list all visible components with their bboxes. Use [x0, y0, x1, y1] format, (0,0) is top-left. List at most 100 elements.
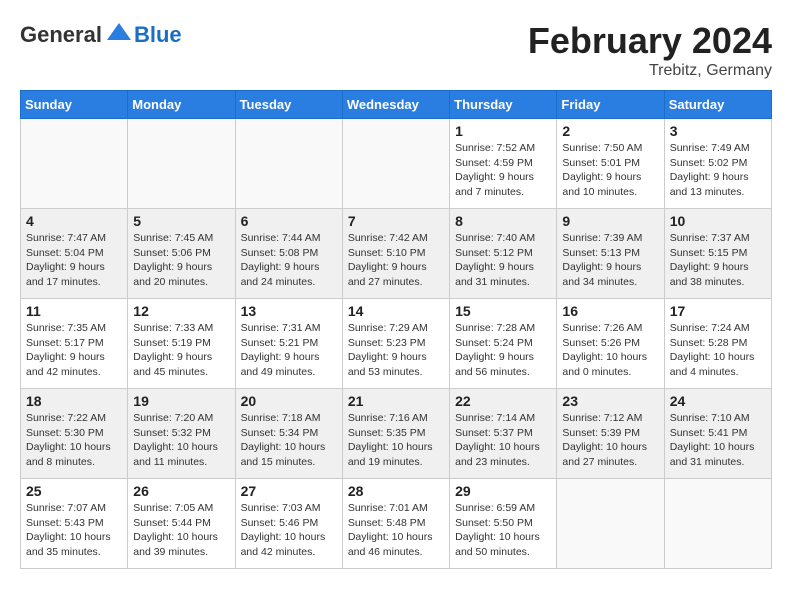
day-info: Sunrise: 7:52 AM Sunset: 4:59 PM Dayligh…	[455, 141, 551, 200]
day-number: 2	[562, 123, 658, 139]
calendar-cell: 19 Sunrise: 7:20 AM Sunset: 5:32 PM Dayli…	[128, 389, 235, 479]
day-info: Sunrise: 7:03 AM Sunset: 5:46 PM Dayligh…	[241, 501, 337, 560]
day-number: 18	[26, 393, 122, 409]
weekday-header-sunday: Sunday	[21, 91, 128, 119]
day-info: Sunrise: 7:47 AM Sunset: 5:04 PM Dayligh…	[26, 231, 122, 290]
day-info: Sunrise: 7:10 AM Sunset: 5:41 PM Dayligh…	[670, 411, 766, 470]
day-number: 4	[26, 213, 122, 229]
calendar-cell: 10 Sunrise: 7:37 AM Sunset: 5:15 PM Dayli…	[664, 209, 771, 299]
calendar-cell: 3 Sunrise: 7:49 AM Sunset: 5:02 PM Daylig…	[664, 119, 771, 209]
calendar-cell: 29 Sunrise: 6:59 AM Sunset: 5:50 PM Dayli…	[450, 479, 557, 569]
day-number: 10	[670, 213, 766, 229]
day-info: Sunrise: 7:44 AM Sunset: 5:08 PM Dayligh…	[241, 231, 337, 290]
title-block: February 2024 Trebitz, Germany	[528, 20, 772, 80]
day-info: Sunrise: 7:35 AM Sunset: 5:17 PM Dayligh…	[26, 321, 122, 380]
calendar-cell: 20 Sunrise: 7:18 AM Sunset: 5:34 PM Dayli…	[235, 389, 342, 479]
calendar-cell: 6 Sunrise: 7:44 AM Sunset: 5:08 PM Daylig…	[235, 209, 342, 299]
weekday-header-friday: Friday	[557, 91, 664, 119]
location-subtitle: Trebitz, Germany	[528, 62, 772, 80]
calendar-cell: 16 Sunrise: 7:26 AM Sunset: 5:26 PM Dayli…	[557, 299, 664, 389]
calendar-cell	[21, 119, 128, 209]
day-info: Sunrise: 7:12 AM Sunset: 5:39 PM Dayligh…	[562, 411, 658, 470]
day-number: 3	[670, 123, 766, 139]
calendar-cell	[128, 119, 235, 209]
calendar-cell: 21 Sunrise: 7:16 AM Sunset: 5:35 PM Dayli…	[342, 389, 449, 479]
day-info: Sunrise: 7:33 AM Sunset: 5:19 PM Dayligh…	[133, 321, 229, 380]
weekday-header-tuesday: Tuesday	[235, 91, 342, 119]
logo: General Blue	[20, 20, 182, 50]
logo-icon	[104, 20, 134, 50]
day-number: 19	[133, 393, 229, 409]
calendar-cell: 26 Sunrise: 7:05 AM Sunset: 5:44 PM Dayli…	[128, 479, 235, 569]
calendar-cell: 11 Sunrise: 7:35 AM Sunset: 5:17 PM Dayli…	[21, 299, 128, 389]
day-number: 23	[562, 393, 658, 409]
calendar-cell: 1 Sunrise: 7:52 AM Sunset: 4:59 PM Daylig…	[450, 119, 557, 209]
day-number: 5	[133, 213, 229, 229]
day-number: 15	[455, 303, 551, 319]
day-number: 16	[562, 303, 658, 319]
day-number: 17	[670, 303, 766, 319]
day-info: Sunrise: 7:07 AM Sunset: 5:43 PM Dayligh…	[26, 501, 122, 560]
day-info: Sunrise: 7:28 AM Sunset: 5:24 PM Dayligh…	[455, 321, 551, 380]
day-info: Sunrise: 7:39 AM Sunset: 5:13 PM Dayligh…	[562, 231, 658, 290]
calendar-cell: 7 Sunrise: 7:42 AM Sunset: 5:10 PM Daylig…	[342, 209, 449, 299]
calendar-cell: 24 Sunrise: 7:10 AM Sunset: 5:41 PM Dayli…	[664, 389, 771, 479]
day-number: 12	[133, 303, 229, 319]
calendar-week-row: 25 Sunrise: 7:07 AM Sunset: 5:43 PM Dayli…	[21, 479, 772, 569]
weekday-header-monday: Monday	[128, 91, 235, 119]
day-info: Sunrise: 7:29 AM Sunset: 5:23 PM Dayligh…	[348, 321, 444, 380]
day-info: Sunrise: 7:24 AM Sunset: 5:28 PM Dayligh…	[670, 321, 766, 380]
weekday-header-row: SundayMondayTuesdayWednesdayThursdayFrid…	[21, 91, 772, 119]
day-info: Sunrise: 7:26 AM Sunset: 5:26 PM Dayligh…	[562, 321, 658, 380]
calendar-cell: 14 Sunrise: 7:29 AM Sunset: 5:23 PM Dayli…	[342, 299, 449, 389]
calendar-cell: 28 Sunrise: 7:01 AM Sunset: 5:48 PM Dayli…	[342, 479, 449, 569]
day-number: 11	[26, 303, 122, 319]
day-info: Sunrise: 7:16 AM Sunset: 5:35 PM Dayligh…	[348, 411, 444, 470]
calendar-cell: 18Sunrise: 7:22 AM Sunset: 5:30 PM Dayli…	[21, 389, 128, 479]
day-info: Sunrise: 7:18 AM Sunset: 5:34 PM Dayligh…	[241, 411, 337, 470]
day-number: 21	[348, 393, 444, 409]
day-number: 6	[241, 213, 337, 229]
day-info: Sunrise: 7:20 AM Sunset: 5:32 PM Dayligh…	[133, 411, 229, 470]
day-info: Sunrise: 7:50 AM Sunset: 5:01 PM Dayligh…	[562, 141, 658, 200]
day-number: 7	[348, 213, 444, 229]
day-info: Sunrise: 7:37 AM Sunset: 5:15 PM Dayligh…	[670, 231, 766, 290]
calendar-table: SundayMondayTuesdayWednesdayThursdayFrid…	[20, 90, 772, 569]
day-info: Sunrise: 7:31 AM Sunset: 5:21 PM Dayligh…	[241, 321, 337, 380]
calendar-cell: 27 Sunrise: 7:03 AM Sunset: 5:46 PM Dayli…	[235, 479, 342, 569]
weekday-header-saturday: Saturday	[664, 91, 771, 119]
calendar-week-row: 18Sunrise: 7:22 AM Sunset: 5:30 PM Dayli…	[21, 389, 772, 479]
calendar-cell: 13 Sunrise: 7:31 AM Sunset: 5:21 PM Dayli…	[235, 299, 342, 389]
calendar-cell: 2 Sunrise: 7:50 AM Sunset: 5:01 PM Daylig…	[557, 119, 664, 209]
logo-blue-text: Blue	[134, 22, 182, 48]
day-number: 8	[455, 213, 551, 229]
day-number: 27	[241, 483, 337, 499]
day-info: Sunrise: 7:49 AM Sunset: 5:02 PM Dayligh…	[670, 141, 766, 200]
day-number: 26	[133, 483, 229, 499]
calendar-cell: 9 Sunrise: 7:39 AM Sunset: 5:13 PM Daylig…	[557, 209, 664, 299]
day-number: 25	[26, 483, 122, 499]
day-number: 28	[348, 483, 444, 499]
day-number: 22	[455, 393, 551, 409]
calendar-cell: 23 Sunrise: 7:12 AM Sunset: 5:39 PM Dayli…	[557, 389, 664, 479]
calendar-cell: 25 Sunrise: 7:07 AM Sunset: 5:43 PM Dayli…	[21, 479, 128, 569]
day-info: Sunrise: 7:14 AM Sunset: 5:37 PM Dayligh…	[455, 411, 551, 470]
day-number: 13	[241, 303, 337, 319]
day-info: Sunrise: 7:42 AM Sunset: 5:10 PM Dayligh…	[348, 231, 444, 290]
day-info: Sunrise: 7:01 AM Sunset: 5:48 PM Dayligh…	[348, 501, 444, 560]
calendar-week-row: 1 Sunrise: 7:52 AM Sunset: 4:59 PM Daylig…	[21, 119, 772, 209]
day-number: 9	[562, 213, 658, 229]
calendar-cell	[557, 479, 664, 569]
day-number: 29	[455, 483, 551, 499]
calendar-cell: 15 Sunrise: 7:28 AM Sunset: 5:24 PM Dayli…	[450, 299, 557, 389]
day-number: 20	[241, 393, 337, 409]
day-info: Sunrise: 6:59 AM Sunset: 5:50 PM Dayligh…	[455, 501, 551, 560]
day-info: Sunrise: 7:40 AM Sunset: 5:12 PM Dayligh…	[455, 231, 551, 290]
day-info: Sunrise: 7:05 AM Sunset: 5:44 PM Dayligh…	[133, 501, 229, 560]
calendar-cell: 8 Sunrise: 7:40 AM Sunset: 5:12 PM Daylig…	[450, 209, 557, 299]
calendar-week-row: 11 Sunrise: 7:35 AM Sunset: 5:17 PM Dayli…	[21, 299, 772, 389]
day-number: 1	[455, 123, 551, 139]
day-number: 14	[348, 303, 444, 319]
calendar-cell	[235, 119, 342, 209]
day-number: 24	[670, 393, 766, 409]
